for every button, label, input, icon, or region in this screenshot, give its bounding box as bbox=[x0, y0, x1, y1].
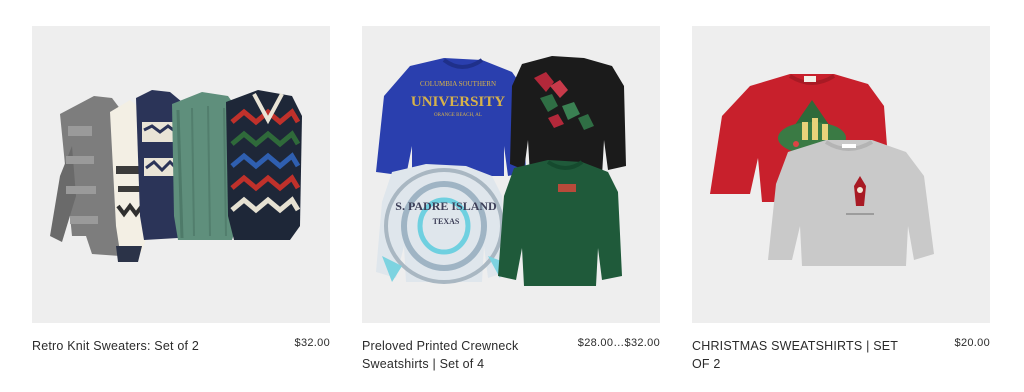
product-card[interactable]: CHRISTMAS SWEATSHIRTS | SET OF 2 $20.00 bbox=[692, 26, 990, 371]
print-text: TEXAS bbox=[433, 217, 460, 226]
product-price: $20.00 bbox=[954, 337, 990, 349]
print-text: ORANGE BEACH, AL bbox=[434, 113, 482, 118]
knit-sweaters-illustration bbox=[50, 90, 302, 262]
product-image-crewneck-sweatshirts[interactable]: COLUMBIA SOUTHERN UNIVERSITY ORANGE BEAC… bbox=[362, 26, 660, 323]
product-price: $28.00…$32.00 bbox=[577, 337, 660, 349]
product-price: $32.00 bbox=[294, 337, 330, 349]
product-title[interactable]: CHRISTMAS SWEATSHIRTS | SET OF 2 bbox=[692, 337, 902, 373]
christmas-sweatshirts-illustration bbox=[710, 74, 934, 266]
print-text: UNIVERSITY bbox=[411, 94, 505, 110]
product-title[interactable]: Preloved Printed Crewneck Sweatshirts | … bbox=[362, 337, 572, 373]
product-image-knit-sweaters[interactable] bbox=[32, 26, 330, 323]
crewneck-sweatshirts-illustration: COLUMBIA SOUTHERN UNIVERSITY ORANGE BEAC… bbox=[376, 56, 626, 286]
product-title[interactable]: Retro Knit Sweaters: Set of 2 bbox=[32, 337, 242, 355]
product-card[interactable]: COLUMBIA SOUTHERN UNIVERSITY ORANGE BEAC… bbox=[362, 26, 660, 371]
print-text: COLUMBIA SOUTHERN bbox=[420, 80, 496, 88]
product-image-christmas-sweatshirts[interactable] bbox=[692, 26, 990, 323]
print-text: S. PADRE ISLAND bbox=[395, 199, 497, 213]
product-card[interactable]: Retro Knit Sweaters: Set of 2 $32.00 bbox=[32, 26, 330, 353]
